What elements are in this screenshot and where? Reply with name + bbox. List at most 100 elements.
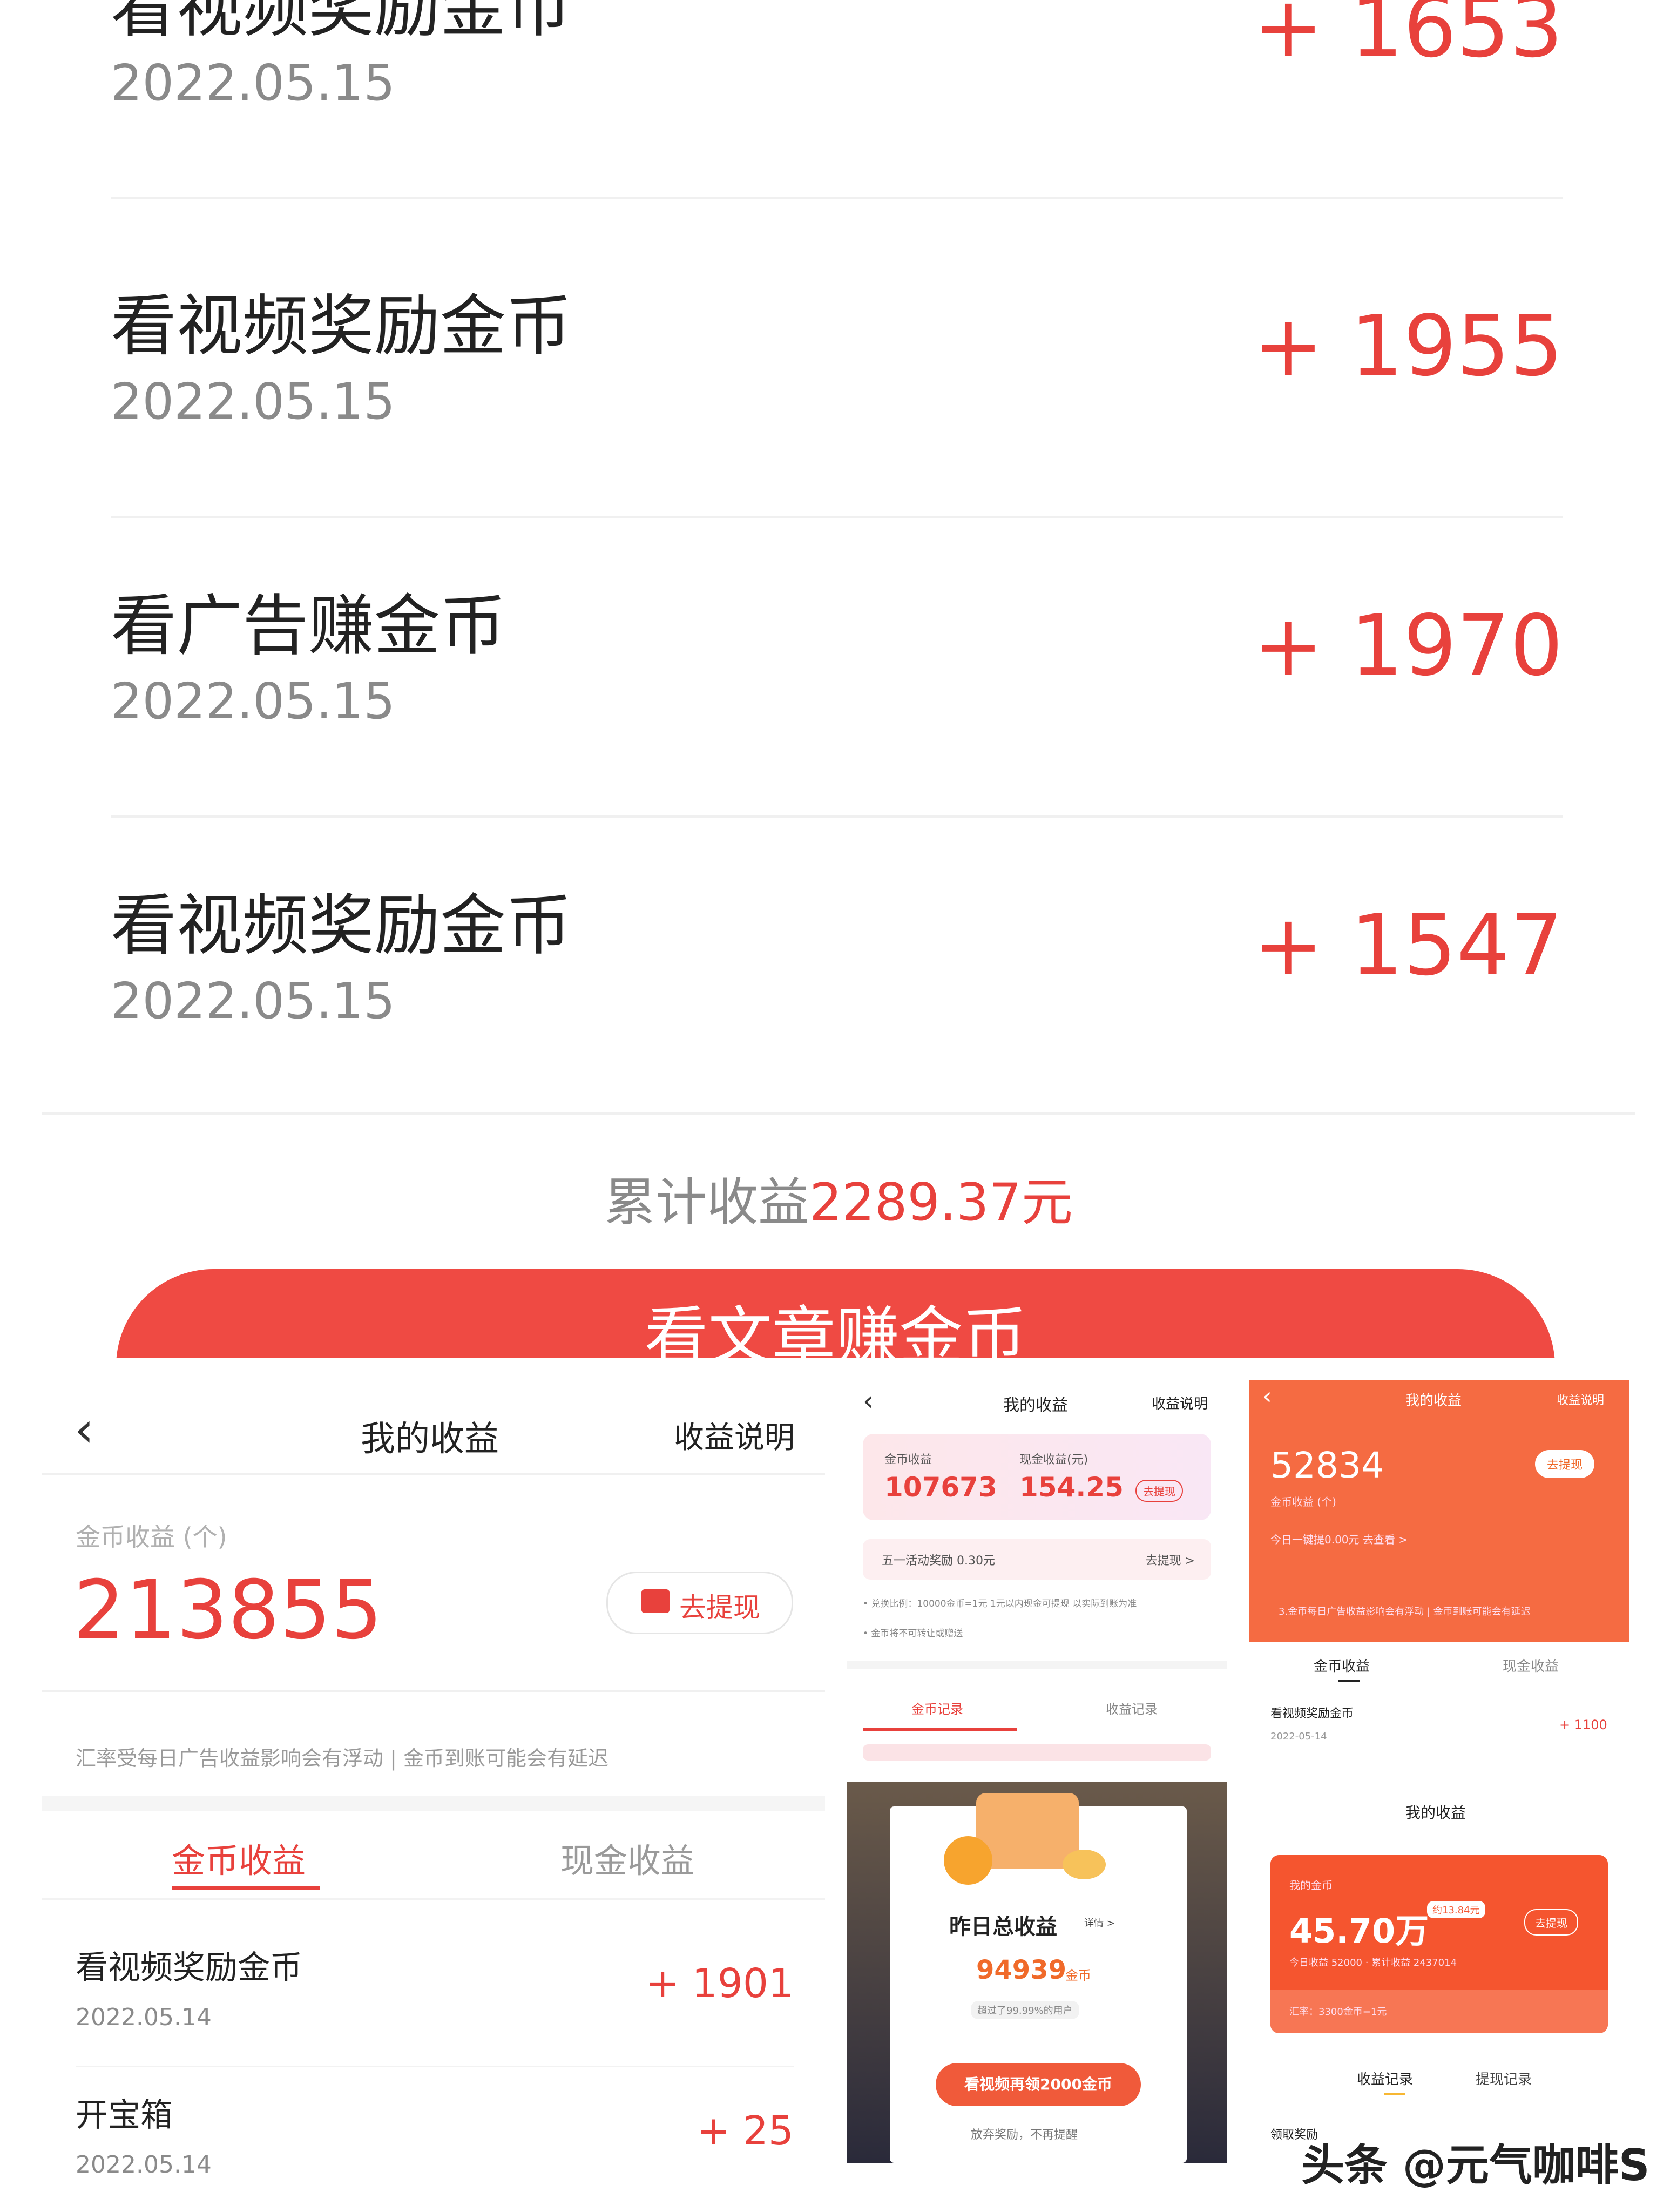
total-value: 2289.37元 [809, 1173, 1073, 1232]
list-item[interactable]: 看视频奖励金币 2022.05.15 + 1653 [111, 0, 1563, 199]
tab-withdraw-records[interactable]: 提现记录 [1476, 2068, 1532, 2088]
item-date: 2022.05.15 [111, 972, 395, 1030]
list-item [863, 1744, 1211, 1761]
exchange-bar[interactable]: 五一活动奖励 0.30元 去提现 > [863, 1539, 1211, 1580]
list-item[interactable]: 开宝箱 2022.05.14 + 25 [76, 2067, 794, 2190]
coin-icon [944, 1836, 992, 1885]
tab-earnings-records[interactable]: 收益记录 [1106, 1698, 1158, 1717]
page-title: 我的收益 [361, 1419, 499, 1459]
page-title: 我的收益 [1003, 1396, 1068, 1415]
notice-text: 汇率受每日广告收益影响会有浮动 | 金币到账可能会有延迟 [76, 1746, 608, 1770]
banner-text: 3.金币每日广告收益影响会有浮动 | 金币到账可能会有延迟 [1279, 1606, 1531, 1617]
item-amount: + 1901 [646, 1960, 794, 2007]
beat-badge: 超过了99.99%的用户 [971, 2001, 1079, 2019]
divider [42, 1690, 825, 1692]
coin-label: 金币收益 (个) [76, 1522, 227, 1552]
watch-video-button[interactable]: 看视频再领2000金币 [936, 2063, 1141, 2106]
coin-card: 我的金币 45.70万 约13.84元 去提现 今日收益 52000 · 累计收… [1270, 1855, 1608, 2033]
detail-link[interactable]: 详情 > [1084, 1916, 1115, 1930]
tab-coin[interactable]: 金币收益 [172, 1833, 306, 1882]
list-item[interactable]: 看视频奖励金币 2022.05.15 + 1955 [111, 216, 1563, 518]
reward-dialog: 昨日总收益 详情 > 94939 金币 超过了99.99%的用户 看视频再领20… [890, 1793, 1187, 2163]
divider [42, 1898, 825, 1900]
exchange-link[interactable]: 去提现 > [1146, 1551, 1195, 1568]
tab-indicator [863, 1728, 1017, 1731]
explain-link[interactable]: 收益说明 [1557, 1391, 1604, 1408]
right-screenshot: ‹ 我的收益 收益说明 52834 金币收益 (个) 去提现 今日一键提0.00… [1249, 1380, 1629, 2206]
item-amount: + 1970 [1253, 597, 1563, 694]
page-title-2: 我的收益 [1405, 1804, 1466, 1822]
read-article-button[interactable]: 看文章赚金币 [116, 1269, 1555, 1358]
card-label: 我的金币 [1289, 1879, 1333, 1892]
tab-indicator [1338, 1680, 1360, 1682]
yesterday-value: 94939 [976, 1955, 1066, 1985]
note-text: • 金币将不可转让或赠送 [863, 1628, 963, 1639]
coin-label: 金币收益 [884, 1453, 932, 1467]
withdraw-label: 去提现 [679, 1592, 760, 1623]
card-line1: 今日收益 52000 · 累计收益 2437014 [1289, 1957, 1457, 1968]
item-title: 看视频奖励金币 [76, 1949, 302, 1987]
tab-cash[interactable]: 现金收益 [1503, 1655, 1559, 1675]
divider [847, 1661, 1227, 1669]
total-label: 累计收益 [604, 1173, 810, 1232]
withdraw-button[interactable]: 去提现 [606, 1572, 793, 1634]
item-amount: + 1100 [1559, 1717, 1607, 1732]
item-title: 开宝箱 [76, 2096, 173, 2134]
item-amount: + 1547 [1253, 896, 1563, 994]
mid-top-screenshot: ‹ 我的收益 收益说明 金币收益 107673 现金收益(元) 154.25 去… [847, 1380, 1227, 1761]
left-screenshot: ‹ 我的收益 收益说明 金币收益 (个) 213855 去提现 汇率受每日广告收… [42, 1358, 825, 2190]
explain-link[interactable]: 收益说明 [674, 1413, 795, 1457]
exchange-text: 五一活动奖励 0.30元 [882, 1554, 995, 1568]
item-date: 2022.05.14 [76, 2004, 212, 2031]
divider [42, 1796, 825, 1811]
coin-value: 107673 [884, 1472, 997, 1503]
yesterday-title: 昨日总收益 [949, 1914, 1057, 1939]
card-withdraw-button[interactable]: 去提现 [1524, 1909, 1578, 1936]
item-amount: + 1653 [1253, 0, 1563, 76]
list-item[interactable]: 看广告赚金币 2022.05.15 + 1970 [111, 516, 1563, 818]
withdraw-button[interactable]: 去提现 [1535, 1450, 1595, 1478]
item-date: 2022.05.14 [76, 2151, 212, 2179]
note-text: • 兑换比例：10000金币=1元 1元以内现金可提现 以实际到账为准 [863, 1599, 1137, 1609]
total-earnings: 累计收益2289.37元 [0, 1161, 1677, 1235]
card-badge: 约13.84元 [1427, 1901, 1485, 1918]
card-line2: 汇率：3300金币=1元 [1289, 2006, 1387, 2018]
item-date: 2022.05.15 [111, 373, 395, 430]
cash-label: 现金收益(元) [1019, 1453, 1088, 1467]
cash-value: 154.25 [1019, 1472, 1124, 1503]
list-item[interactable]: 看视频奖励金币 2022.05.14 + 1901 [76, 1920, 794, 2067]
item-amount: + 1955 [1253, 297, 1563, 395]
tab-indicator [1384, 2093, 1405, 2095]
coin-label: 金币收益 (个) [1270, 1495, 1336, 1508]
tab-cash[interactable]: 现金收益 [560, 1833, 694, 1882]
tab-coin-records[interactable]: 金币记录 [911, 1698, 963, 1717]
card-footer: 汇率：3300金币=1元 [1270, 1990, 1608, 2033]
back-arrow-icon[interactable]: ‹ [1262, 1382, 1272, 1410]
tab-earnings-records[interactable]: 收益记录 [1357, 2068, 1413, 2088]
withdraw-button[interactable]: 去提现 [1135, 1480, 1183, 1502]
item-title: 看视频奖励金币 [111, 887, 572, 964]
wallet-icon [641, 1589, 670, 1613]
item-date: 2022-05-14 [1270, 1731, 1327, 1742]
header-card: ‹ 我的收益 收益说明 52834 金币收益 (个) 去提现 今日一键提0.00… [1249, 1380, 1629, 1642]
list-item[interactable]: 看视频奖励金币 2022.05.15 + 1547 [111, 815, 1563, 1115]
card-value: 45.70万 [1289, 1911, 1429, 1951]
unit-label: 金币 [1065, 1968, 1091, 1983]
coin-value: 213855 [73, 1563, 383, 1657]
item-date: 2022.05.15 [111, 54, 395, 112]
watermark-text: 头条 @元气咖啡S [1301, 2140, 1650, 2190]
item-title: 看视频奖励金币 [111, 0, 572, 46]
tab-coin[interactable]: 金币收益 [1314, 1655, 1370, 1675]
explain-link[interactable]: 收益说明 [1152, 1393, 1208, 1413]
divider [42, 1473, 825, 1475]
coin-stack-icon [1063, 1850, 1106, 1879]
back-arrow-icon[interactable]: ‹ [863, 1385, 874, 1417]
item-title: 看视频奖励金币 [1270, 1707, 1354, 1721]
item-amount: + 25 [697, 2108, 794, 2154]
tab-indicator [172, 1886, 320, 1890]
mid-bottom-screenshot: 昨日总收益 详情 > 94939 金币 超过了99.99%的用户 看视频再领20… [847, 1782, 1227, 2163]
give-up-link[interactable]: 放弃奖励，不再提醒 [971, 2125, 1078, 2142]
earnings-card: 金币收益 107673 现金收益(元) 154.25 去提现 [863, 1434, 1211, 1520]
cash-line[interactable]: 今日一键提0.00元 去查看 > [1270, 1531, 1408, 1547]
back-arrow-icon[interactable]: ‹ [75, 1401, 94, 1458]
